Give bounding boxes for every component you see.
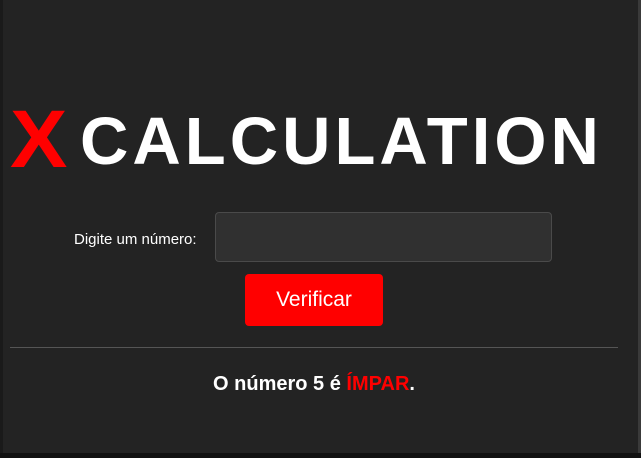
logo-x-letter: X — [10, 94, 68, 185]
app-logo: X CALCULATION — [10, 94, 630, 185]
logo-text: CALCULATION — [80, 104, 603, 179]
result-prefix: O número 5 é — [213, 373, 347, 395]
result-message: O número 5 é ÍMPAR. — [0, 372, 628, 396]
number-input[interactable] — [215, 212, 552, 262]
window-border-bottom — [0, 453, 641, 458]
number-input-label: Digite um número: — [74, 231, 197, 248]
result-suffix: . — [409, 373, 415, 395]
divider — [10, 347, 618, 348]
verify-button[interactable]: Verificar — [245, 274, 383, 326]
result-value: ÍMPAR — [346, 373, 410, 395]
